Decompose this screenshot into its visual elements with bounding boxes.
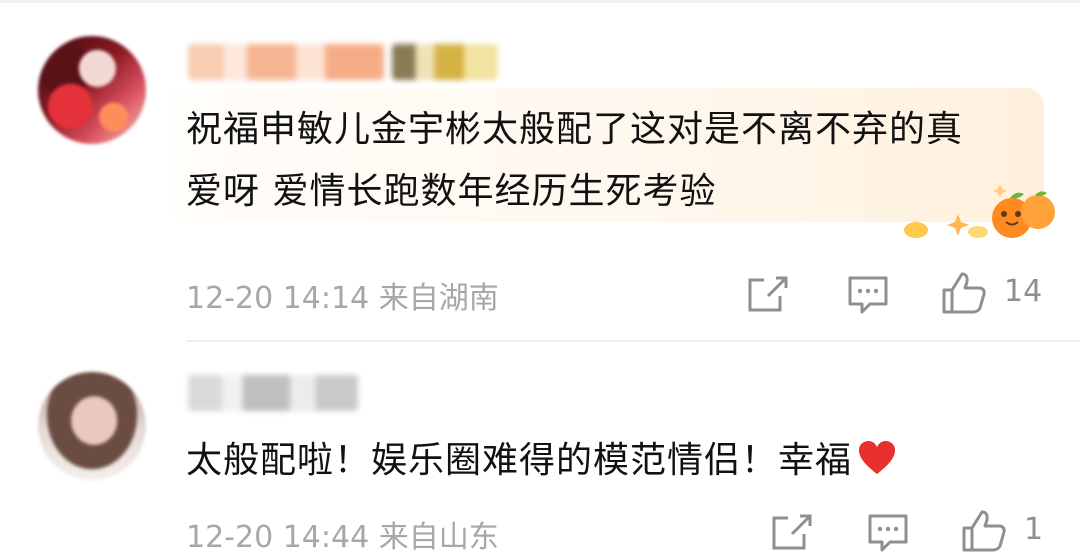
avatar[interactable]	[38, 36, 146, 144]
share-icon	[748, 276, 788, 312]
user-badge-blurred	[392, 44, 498, 80]
share-button[interactable]	[746, 274, 790, 314]
share-icon	[772, 514, 812, 550]
comment-meta: 12-20 14:44 来自山东	[186, 512, 499, 555]
comment-text-line: 太般配啦！娱乐圈难得的模范情侣！幸福	[186, 440, 853, 481]
like-count: 14	[1004, 274, 1043, 309]
comment-meta: 12-20 14:14 来自湖南	[186, 273, 499, 317]
red-heart-icon	[859, 441, 896, 474]
avatar[interactable]	[38, 372, 146, 480]
username-blurred[interactable]	[188, 375, 358, 411]
comment-text-line: 祝福申敏儿金宇彬太般配了这对是不离不弃的真	[186, 109, 964, 150]
username-blurred[interactable]	[188, 44, 384, 80]
share-button[interactable]	[770, 512, 814, 552]
comment-icon	[868, 514, 908, 552]
reply-button[interactable]	[866, 512, 910, 554]
reply-button[interactable]	[846, 274, 890, 316]
orange-decoration-icon	[904, 184, 1055, 238]
like-count: 1	[1024, 512, 1044, 547]
thumbs-up-icon	[942, 272, 986, 314]
like-button[interactable]	[960, 508, 1008, 554]
comment-list: 祝福申敏儿金宇彬太般配了这对是不离不弃的真 爱呀 爱情长跑数年经历生死考验 12…	[0, 0, 1080, 555]
like-button[interactable]	[940, 270, 988, 316]
location: 来自湖南	[378, 281, 499, 316]
timestamp: 12-20 14:14	[186, 281, 370, 316]
thumbs-up-icon	[962, 510, 1006, 552]
comment-text-line: 爱呀 爱情长跑数年经历生死考验	[186, 171, 717, 212]
timestamp: 12-20 14:44	[186, 520, 370, 555]
comment-text: 祝福申敏儿金宇彬太般配了这对是不离不弃的真 爱呀 爱情长跑数年经历生死考验	[186, 99, 963, 223]
comment-text: 太般配啦！娱乐圈难得的模范情侣！幸福	[186, 430, 896, 492]
comment-icon	[848, 276, 888, 314]
comment-divider	[186, 340, 1080, 342]
location: 来自山东	[378, 520, 499, 555]
